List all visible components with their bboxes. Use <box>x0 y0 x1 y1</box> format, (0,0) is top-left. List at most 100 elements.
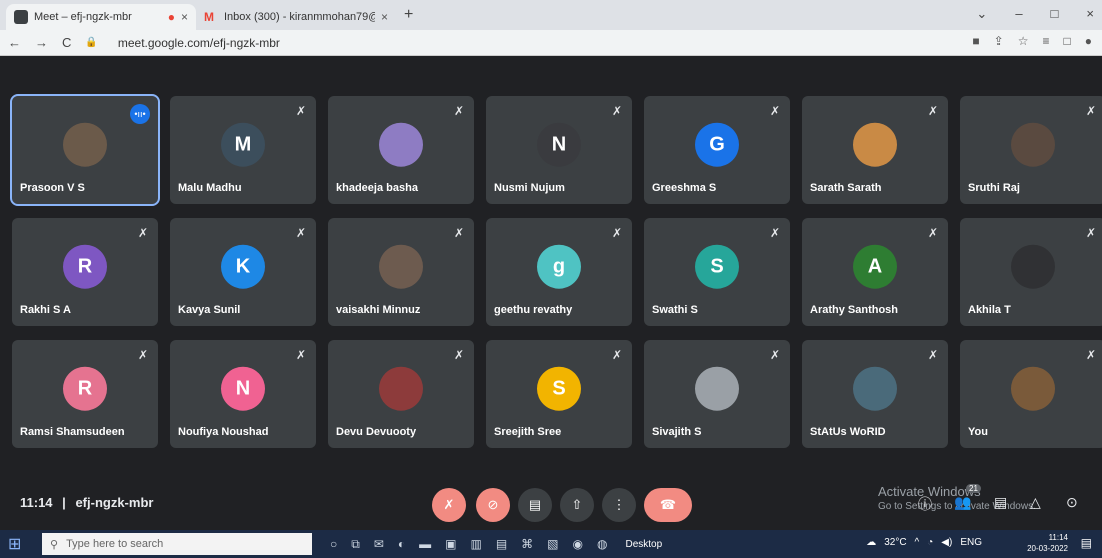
forward-button[interactable]: → <box>35 35 48 50</box>
wifi-icon[interactable]: ◔ <box>927 537 933 548</box>
tab-close-icon[interactable]: × <box>181 10 188 24</box>
mic-off-icon: ✗ <box>927 104 938 118</box>
taskbar-search-box[interactable]: ⚲ Type here to search <box>42 533 312 555</box>
participant-tile[interactable]: Sruthi Raj ✗ <box>960 96 1102 204</box>
office-icon[interactable]: ▥ <box>470 537 481 552</box>
task-view-icon[interactable]: ⧉ <box>351 537 360 552</box>
tab-gmail[interactable]: M Inbox (300) - kiranmmohan79@ × <box>196 4 396 30</box>
participant-name: Prasoon V S <box>20 182 85 194</box>
present-button[interactable]: ⇧ <box>560 488 594 522</box>
reading-list-icon[interactable]: ≡ <box>1042 34 1049 48</box>
participant-tile[interactable]: N Noufiya Noushad ✗ <box>170 340 316 448</box>
meeting-details-icon[interactable]: ⓘ <box>918 494 932 514</box>
photos-icon[interactable]: ▧ <box>547 537 558 552</box>
mic-off-icon: ✗ <box>927 348 938 362</box>
people-icon[interactable]: 👥 <box>954 494 971 511</box>
meeting-time: 11:14 <box>20 495 53 510</box>
chat-icon[interactable]: ▤ <box>994 494 1007 511</box>
new-tab-button[interactable]: + <box>404 6 413 24</box>
mic-off-icon: ✗ <box>453 226 464 240</box>
participant-tile[interactable]: M Malu Madhu ✗ <box>170 96 316 204</box>
back-button[interactable]: ← <box>8 35 21 50</box>
system-clock[interactable]: 11:14 20-03-2022 <box>1027 532 1068 554</box>
participant-avatar: R <box>63 366 107 411</box>
reload-button[interactable]: C <box>62 35 71 50</box>
participant-name: Nusmi Nujum <box>494 182 565 194</box>
mic-off-icon: ✗ <box>611 104 622 118</box>
participant-name: geethu revathy <box>494 304 573 316</box>
camera-indicator-icon[interactable]: ■ <box>972 34 979 48</box>
url-field[interactable]: meet.google.com/efj-ngzk-mbr <box>118 36 280 50</box>
captions-button[interactable]: ▤ <box>518 488 552 522</box>
mic-off-icon: ✗ <box>769 226 780 240</box>
share-icon[interactable]: ⇪ <box>994 34 1004 48</box>
meeting-code: efj-ngzk-mbr <box>75 495 154 510</box>
participant-avatar <box>853 122 897 167</box>
tab-search-button[interactable]: ⌄ <box>976 6 987 22</box>
participant-tile[interactable]: G Greeshma S ✗ <box>644 96 790 204</box>
maximize-button[interactable]: □ <box>1051 6 1059 22</box>
participant-tile[interactable]: N Nusmi Nujum ✗ <box>486 96 632 204</box>
host-controls-icon[interactable]: ⊙ <box>1066 494 1078 511</box>
search-placeholder: Type here to search <box>66 538 164 550</box>
tab-meet[interactable]: Meet – efj-ngzk-mbr ● × <box>6 4 196 30</box>
participant-tile[interactable]: You ✗ <box>960 340 1102 448</box>
cortana-icon[interactable]: ○ <box>330 537 337 552</box>
participant-name: Devu Devuooty <box>336 426 417 438</box>
participant-tile[interactable]: R Ramsi Shamsudeen ✗ <box>12 340 158 448</box>
media-icon[interactable]: ◍ <box>597 537 607 552</box>
leave-call-button[interactable]: ☎ <box>644 488 692 522</box>
participant-tile[interactable]: Akhila T ✗ <box>960 218 1102 326</box>
camera-off-button[interactable]: ⊘ <box>476 488 510 522</box>
weather-icon[interactable]: ☁ <box>866 537 876 548</box>
participant-avatar: g <box>537 244 581 289</box>
file-explorer-icon[interactable]: ▬ <box>419 537 431 552</box>
mic-off-button[interactable]: ✗ <box>432 488 466 522</box>
mic-off-icon: ✗ <box>611 226 622 240</box>
participant-tile[interactable]: Devu Devuooty ✗ <box>328 340 474 448</box>
speaking-indicator-icon: •ıı• <box>130 104 150 124</box>
mic-off-icon: ✗ <box>1085 348 1096 362</box>
mic-off-icon: ✗ <box>137 348 148 362</box>
participant-avatar <box>379 244 423 289</box>
bookmark-star-icon[interactable]: ☆ <box>1018 34 1029 48</box>
app-icon[interactable]: ▤ <box>496 537 507 552</box>
participant-tile[interactable]: K Kavya Sunil ✗ <box>170 218 316 326</box>
activities-icon[interactable]: △ <box>1030 494 1041 511</box>
participant-tile[interactable]: Sivajith S ✗ <box>644 340 790 448</box>
close-window-button[interactable]: × <box>1086 6 1094 22</box>
mic-off-icon: ✗ <box>137 226 148 240</box>
participant-tile[interactable]: khadeeja basha ✗ <box>328 96 474 204</box>
participant-avatar <box>379 366 423 411</box>
edge-icon[interactable]: ◐ <box>398 537 405 552</box>
participant-tile[interactable]: A Arathy Santhosh ✗ <box>802 218 948 326</box>
participant-tile[interactable]: Prasoon V S •ıı• <box>10 94 160 206</box>
participant-tile[interactable]: R Rakhi S A ✗ <box>12 218 158 326</box>
participant-tile[interactable]: S Swathi S ✗ <box>644 218 790 326</box>
participant-tile[interactable]: vaisakhi Minnuz ✗ <box>328 218 474 326</box>
participant-tile[interactable]: StAtUs WoRID ✗ <box>802 340 948 448</box>
volume-icon[interactable]: ◀) <box>941 537 952 548</box>
meet-video-grid: Prasoon V S •ıı• M Malu Madhu ✗ khadeeja bash… <box>0 56 1102 530</box>
participant-avatar <box>63 122 107 167</box>
participant-count-badge: 21 <box>966 484 981 493</box>
tab-close-icon[interactable]: × <box>381 10 388 24</box>
windows-start-icon[interactable]: ⊞ <box>8 534 32 554</box>
participant-tile[interactable]: g geethu revathy ✗ <box>486 218 632 326</box>
more-options-button[interactable]: ⋮ <box>602 488 636 522</box>
mail-app-icon[interactable]: ✉ <box>374 537 384 552</box>
chrome-icon[interactable]: ◉ <box>573 537 583 552</box>
minimize-button[interactable]: – <box>1015 6 1022 22</box>
side-panel-icon[interactable]: □ <box>1064 34 1071 48</box>
store-icon[interactable]: ▣ <box>445 537 456 552</box>
language-indicator[interactable]: ENG <box>960 537 982 548</box>
participant-tile[interactable]: Sarath Sarath ✗ <box>802 96 948 204</box>
tray-chevron-icon[interactable]: ^ <box>915 537 920 548</box>
network-app-icon[interactable]: ⌘ <box>521 537 533 552</box>
profile-avatar[interactable]: ● <box>1085 34 1092 48</box>
notification-icon[interactable]: ▤ <box>1081 536 1092 550</box>
desktop-toolbar-label[interactable]: Desktop <box>625 539 662 550</box>
mic-off-icon: ✗ <box>769 104 780 118</box>
participant-tile[interactable]: S Sreejith Sree ✗ <box>486 340 632 448</box>
participant-avatar: N <box>537 122 581 167</box>
